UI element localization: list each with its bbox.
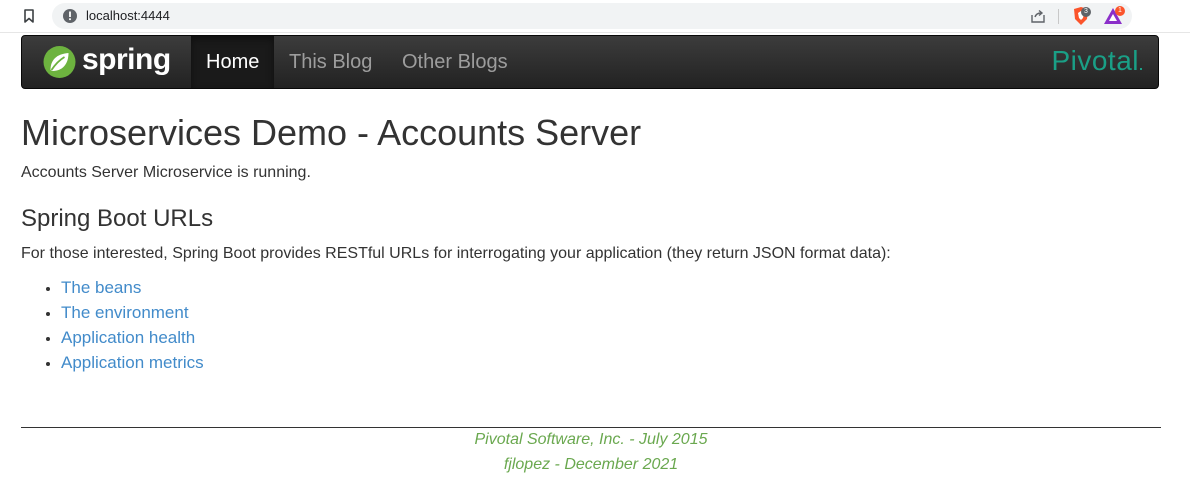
shield-count-badge: 3 (1081, 7, 1091, 17)
page-title: Microservices Demo - Accounts Server (21, 112, 642, 153)
intro-text: For those interested, Spring Boot provid… (21, 245, 891, 262)
bookmark-icon[interactable] (22, 8, 36, 24)
address-text[interactable]: localhost:4444 (86, 8, 170, 23)
navbar: spring Home This Blog Other Blogs Pivota… (21, 35, 1159, 89)
beans-link[interactable]: The beans (61, 278, 141, 297)
nav-this-blog[interactable]: This Blog (274, 36, 387, 88)
info-icon[interactable] (62, 8, 78, 24)
metrics-link[interactable]: Application metrics (61, 353, 204, 372)
status-text: Accounts Server Microservice is running. (21, 164, 311, 181)
pivotal-logo-dot (1140, 68, 1142, 70)
spring-brand-logo[interactable]: spring (42, 43, 171, 79)
pivotal-logo: Pivotal (1051, 45, 1142, 77)
footer-divider (21, 427, 1161, 428)
footer-copyright: Pivotal Software, Inc. - July 2015 (474, 431, 708, 448)
address-bar[interactable]: localhost:4444 3 1 (52, 3, 1132, 29)
spring-leaf-icon (43, 46, 76, 78)
section-heading: Spring Boot URLs (21, 205, 214, 232)
list-item: The beans (61, 277, 204, 302)
rewards-count-badge: 1 (1115, 6, 1125, 16)
footer-author: fjlopez - December 2021 (503, 456, 679, 473)
brave-rewards-icon[interactable]: 1 (1102, 5, 1126, 27)
list-item: The environment (61, 302, 204, 327)
url-list: The beans The environment Application he… (21, 277, 204, 377)
share-icon[interactable] (1030, 8, 1046, 24)
brave-shield-icon[interactable]: 3 (1070, 5, 1092, 27)
brand-text: spring (82, 43, 171, 76)
nav-other-blogs[interactable]: Other Blogs (387, 36, 523, 88)
health-link[interactable]: Application health (61, 328, 195, 347)
list-item: Application health (61, 327, 204, 352)
pivotal-logo-text: Pivotal (1051, 45, 1139, 76)
nav-home[interactable]: Home (191, 36, 275, 88)
toolbar-divider (1058, 9, 1059, 24)
list-item: Application metrics (61, 352, 204, 377)
environment-link[interactable]: The environment (61, 303, 189, 322)
browser-toolbar: localhost:4444 3 1 (0, 0, 1190, 33)
